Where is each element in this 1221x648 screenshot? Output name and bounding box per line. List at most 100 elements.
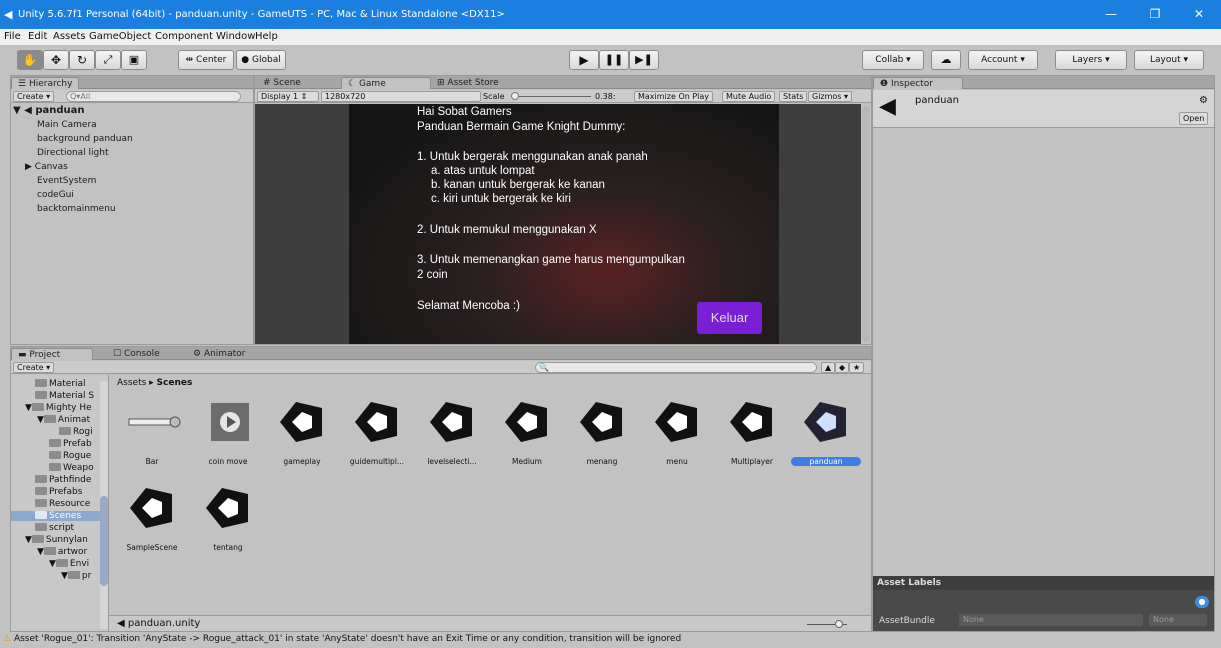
hierarchy-item-canvas[interactable]: ▶ Canvas (25, 162, 68, 172)
scale-slider[interactable] (511, 96, 591, 97)
folder-item[interactable]: Material S (35, 391, 94, 401)
menu-window[interactable]: Window (216, 31, 255, 42)
filter-label-icon[interactable]: ◆ (835, 362, 850, 373)
folder-item[interactable]: ▼ Mighty He (25, 403, 92, 413)
inspector-open-button[interactable]: Open (1179, 112, 1209, 125)
hierarchy-item[interactable]: Directional light (37, 148, 108, 158)
asset-label: Medium (512, 457, 542, 466)
menu-help[interactable]: Help (255, 31, 278, 42)
filter-type-icon[interactable]: ▲ (821, 362, 836, 373)
folder-item-selected[interactable]: Scenes (11, 511, 108, 521)
folder-item[interactable]: ▼ Envi (49, 559, 89, 569)
tab-inspector[interactable]: ❶ Inspector (873, 77, 963, 89)
folder-item[interactable]: Pathfinde (35, 475, 91, 485)
folder-item[interactable]: Material (35, 379, 86, 389)
keluar-button[interactable]: Keluar (697, 302, 762, 334)
asset-scene[interactable]: tentang (193, 483, 263, 555)
minimize-button[interactable]: — (1089, 0, 1133, 29)
hierarchy-item[interactable]: EventSystem (37, 176, 96, 186)
pause-button[interactable]: ❚❚ (599, 50, 629, 70)
status-bar[interactable]: ⚠ Asset 'Rogue_01': Transition 'AnyState… (0, 634, 1221, 648)
hierarchy-item[interactable]: Main Camera (37, 120, 97, 130)
move-tool-icon[interactable]: ✥ (43, 50, 69, 70)
play-button[interactable]: ▶ (569, 50, 599, 70)
collab-button[interactable]: Collab ▾ (862, 50, 924, 70)
asset-label: SampleScene (126, 543, 178, 552)
account-dropdown[interactable]: Account ▾ (968, 50, 1038, 70)
hand-tool-icon[interactable]: ✋ (17, 50, 43, 70)
hierarchy-search-input[interactable]: Q▾All (66, 91, 241, 102)
favorite-star-icon[interactable]: ★ (849, 362, 865, 373)
folder-item[interactable]: ▼ artwor (37, 547, 87, 557)
asset-coin-move[interactable]: coin move (193, 397, 263, 469)
folder-item[interactable]: Prefab (49, 439, 92, 449)
hierarchy-item[interactable]: codeGui (37, 190, 74, 200)
display-dropdown[interactable]: Display 1 ⇕ (257, 91, 319, 102)
rect-tool-icon[interactable]: ▣ (121, 50, 147, 70)
project-search-input[interactable]: 🔍 (535, 362, 817, 373)
rotate-tool-icon[interactable]: ↻ (69, 50, 95, 70)
folder-item[interactable]: Rogue (49, 451, 91, 461)
breadcrumb-root[interactable]: Assets (117, 378, 146, 388)
asset-scene-selected[interactable]: panduan (791, 397, 861, 469)
step-button[interactable]: ▶❚ (629, 50, 659, 70)
folder-item[interactable]: Rogi (59, 427, 93, 437)
asset-scene[interactable]: levelselecti... (417, 397, 487, 469)
asset-scene[interactable]: Medium (492, 397, 562, 469)
menu-gameobject[interactable]: GameObject (89, 31, 151, 42)
stats-toggle[interactable]: Stats (779, 91, 808, 102)
tab-scene[interactable]: # Scene (257, 77, 307, 89)
layout-dropdown[interactable]: Layout ▾ (1134, 50, 1204, 70)
asset-scene[interactable]: menu (642, 397, 712, 469)
hierarchy-create-button[interactable]: Create ▾ (13, 91, 55, 102)
tab-game[interactable]: ☾ Game (341, 77, 431, 89)
folder-item[interactable]: Prefabs (35, 487, 82, 497)
asset-scene[interactable]: menang (567, 397, 637, 469)
icon-size-slider-thumb[interactable] (835, 620, 843, 628)
resolution-dropdown[interactable]: 1280x720 (321, 91, 481, 102)
menu-component[interactable]: Component (155, 31, 213, 42)
tab-animator[interactable]: ⚙ Animator (187, 348, 251, 360)
folder-item[interactable]: Resource (35, 499, 90, 509)
tab-asset-store[interactable]: ⊞ Asset Store (431, 77, 505, 89)
folder-item[interactable]: Weapo (49, 463, 94, 473)
footer-file[interactable]: ◀ panduan.unity (117, 618, 200, 629)
asset-scene[interactable]: gameplay (267, 397, 337, 469)
menu-assets[interactable]: Assets (53, 31, 86, 42)
menu-file[interactable]: File (4, 31, 21, 42)
folder-scrollbar-thumb[interactable] (100, 496, 108, 586)
restore-button[interactable]: ❐ (1133, 0, 1177, 29)
layers-dropdown[interactable]: Layers ▾ (1055, 50, 1127, 70)
mute-audio-toggle[interactable]: Mute Audio (722, 91, 776, 102)
folder-item[interactable]: ▼ pr (61, 571, 91, 581)
tag-icon[interactable]: ● (1195, 596, 1209, 608)
settings-gear-icon[interactable]: ⚙ (1199, 95, 1208, 106)
tab-hierarchy[interactable]: ☰ Hierarchy (11, 77, 80, 89)
menu-edit[interactable]: Edit (28, 31, 47, 42)
folder-item[interactable]: script (35, 523, 74, 533)
scale-tool-icon[interactable]: ⤢ (95, 50, 121, 70)
asset-scene[interactable]: Multiplayer (717, 397, 787, 469)
folder-item[interactable]: ▼ Sunnylan (25, 535, 88, 545)
assetbundle-variant-dropdown[interactable]: None (1149, 614, 1207, 626)
game-scrollbar[interactable] (862, 106, 870, 342)
tab-console[interactable]: ☐ Console (107, 348, 166, 360)
scale-slider-thumb[interactable] (511, 92, 519, 100)
folder-item[interactable]: ▼ Animat (37, 415, 90, 425)
asset-bar[interactable]: Bar (117, 397, 187, 469)
pivot-center-button[interactable]: ⇹ Center (178, 50, 234, 70)
tab-project[interactable]: ▬ Project (11, 348, 93, 360)
asset-scene[interactable]: guidemultipl... (342, 397, 412, 469)
assetbundle-dropdown[interactable]: None (959, 614, 1143, 626)
close-button[interactable]: ✕ (1177, 0, 1221, 29)
asset-scene[interactable]: SampleScene (117, 483, 187, 555)
hierarchy-scene-root[interactable]: ▼ ◀ panduan (13, 105, 85, 116)
hierarchy-item[interactable]: backtomainmenu (37, 204, 116, 214)
breadcrumb-current[interactable]: Scenes (157, 378, 193, 388)
project-create-button[interactable]: Create ▾ (13, 362, 55, 373)
maximize-on-play-toggle[interactable]: Maximize On Play (634, 91, 714, 102)
gizmos-dropdown[interactable]: Gizmos ▾ (808, 91, 853, 102)
space-global-button[interactable]: ● Global (236, 50, 286, 70)
cloud-icon[interactable]: ☁ (931, 50, 961, 70)
hierarchy-item[interactable]: background panduan (37, 134, 133, 144)
